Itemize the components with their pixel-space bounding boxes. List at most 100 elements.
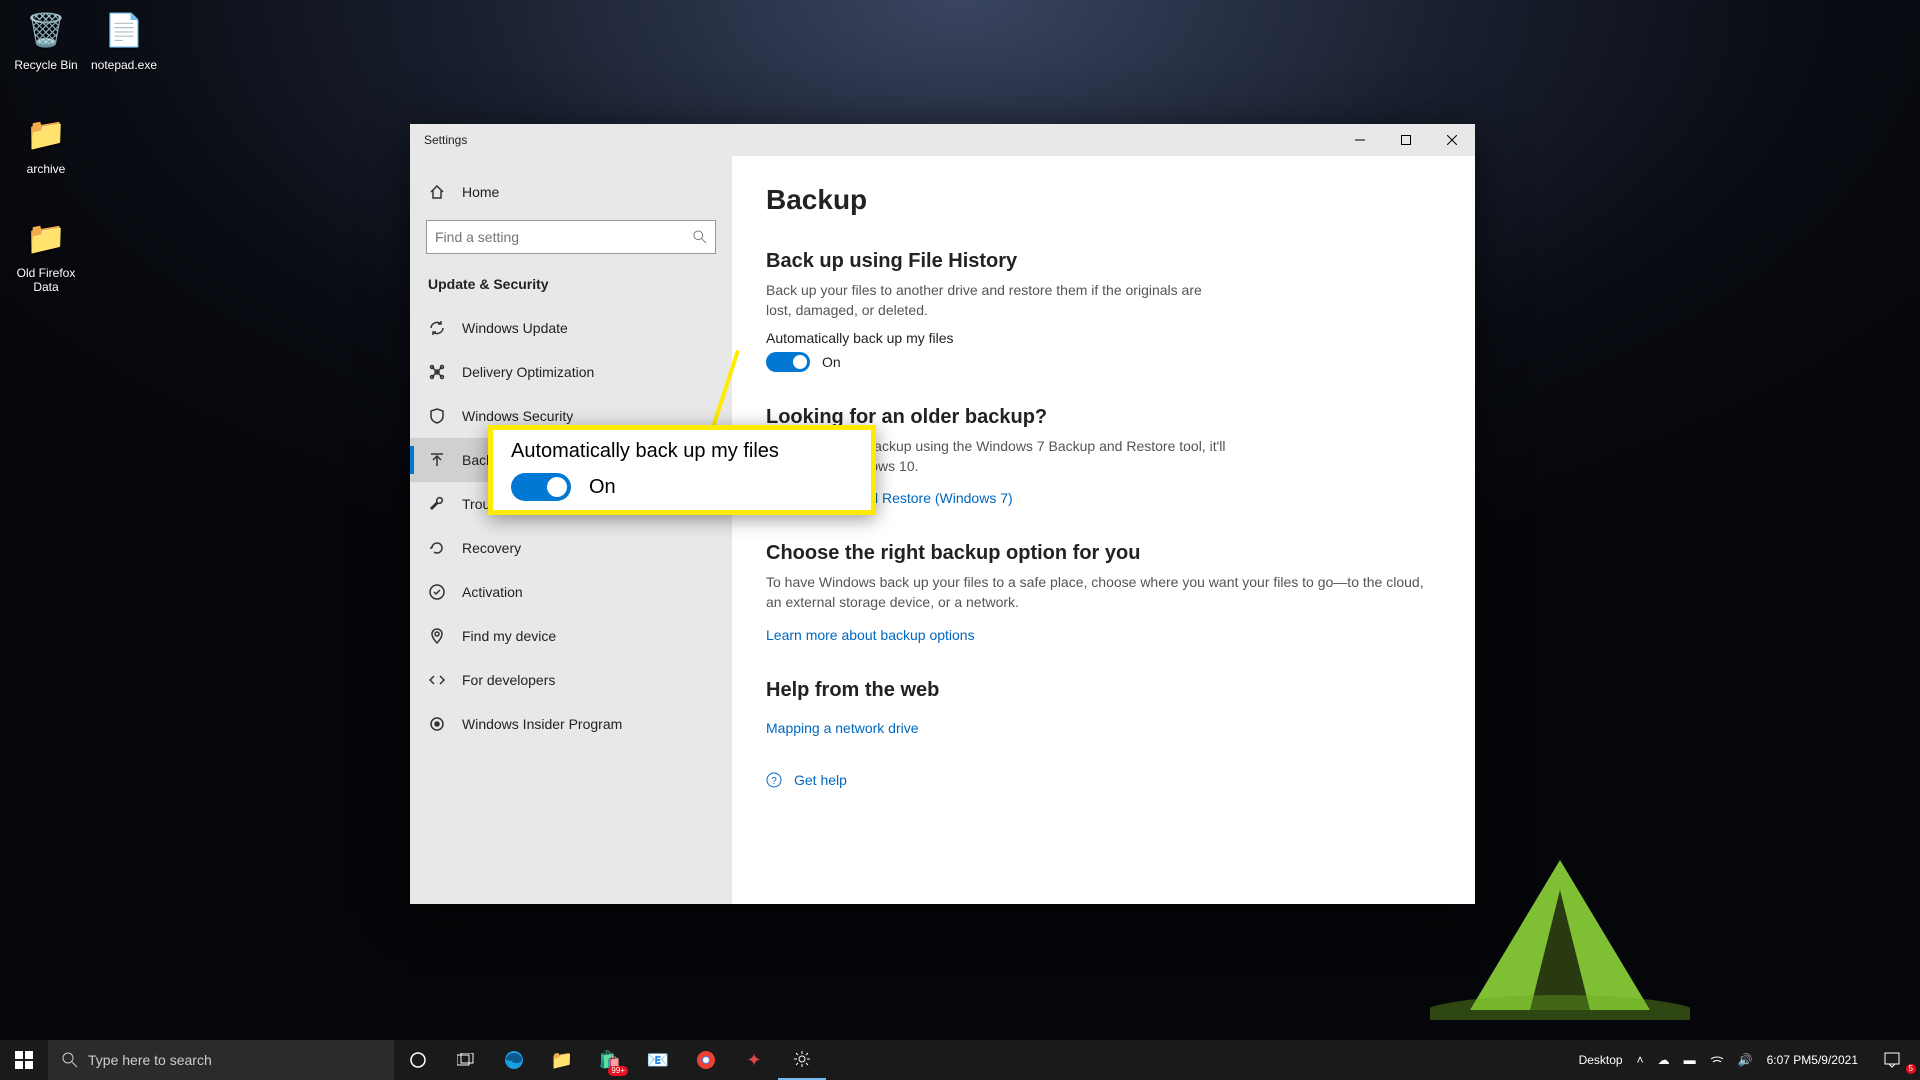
sidebar-item-label: Windows Update <box>462 320 568 336</box>
insider-icon <box>428 715 446 733</box>
tray-action-center[interactable]: 5 <box>1872 1040 1912 1080</box>
window-controls <box>1337 124 1475 156</box>
tray-onedrive-icon[interactable]: ☁ <box>1658 1040 1670 1080</box>
sync-icon <box>428 319 446 337</box>
search-icon <box>693 230 707 244</box>
tray-wifi-icon[interactable] <box>1710 1040 1724 1080</box>
search-icon <box>62 1052 78 1068</box>
toggle-state: On <box>822 354 841 370</box>
main-content: Backup Back up using File History Back u… <box>732 156 1475 904</box>
delivery-icon <box>428 363 446 381</box>
desktop-icon-recycle-bin[interactable]: Recycle Bin <box>8 6 84 72</box>
folder-icon <box>22 110 70 158</box>
sidebar-item-label: Find my device <box>462 628 556 644</box>
toggle-label: Automatically back up my files <box>766 330 1441 346</box>
section-title: Choose the right backup option for you <box>766 542 1441 565</box>
desktop-icon-label: Old Firefox Data <box>8 266 84 294</box>
start-button[interactable] <box>0 1040 48 1080</box>
desktop-icon-label: Recycle Bin <box>8 58 84 72</box>
desktop-icon-label: notepad.exe <box>86 58 162 72</box>
sidebar-item-recovery[interactable]: Recovery <box>410 526 732 570</box>
sidebar-item-label: Windows Security <box>462 408 573 424</box>
help-icon: ? <box>766 772 782 788</box>
sidebar-item-label: Activation <box>462 584 523 600</box>
task-store[interactable]: 🛍️99+ <box>586 1040 634 1080</box>
task-file-explorer[interactable]: 📁 <box>538 1040 586 1080</box>
link-mapping-network-drive[interactable]: Mapping a network drive <box>766 720 919 736</box>
sidebar-item-find-my-device[interactable]: Find my device <box>410 614 732 658</box>
sidebar-item-label: Windows Insider Program <box>462 716 622 732</box>
minimize-button[interactable] <box>1337 124 1383 156</box>
taskbar: Type here to search 📁 🛍️99+ 📧 ✦ Desktop … <box>0 1040 1920 1080</box>
task-edge[interactable] <box>490 1040 538 1080</box>
task-cortana[interactable] <box>394 1040 442 1080</box>
callout-state: On <box>589 476 616 499</box>
auto-backup-toggle[interactable] <box>766 352 810 372</box>
sidebar: Home Update & Security Windows Update De… <box>410 156 732 904</box>
get-help-label: Get help <box>794 772 847 788</box>
sidebar-item-label: For developers <box>462 672 555 688</box>
section-help-from-web: Help from the web Mapping a network driv… <box>766 679 1441 738</box>
callout-toggle <box>511 473 571 501</box>
sidebar-item-insider-program[interactable]: Windows Insider Program <box>410 702 732 746</box>
get-help-row[interactable]: ? Get help <box>766 772 1441 788</box>
tray-chevron-up-icon[interactable]: ˄ <box>1637 1040 1644 1080</box>
sidebar-category: Update & Security <box>410 268 732 306</box>
window-title: Settings <box>410 133 467 147</box>
file-icon <box>100 6 148 54</box>
desktop-icon-old-firefox[interactable]: Old Firefox Data <box>8 214 84 294</box>
sidebar-item-windows-update[interactable]: Windows Update <box>410 306 732 350</box>
tray-battery-icon[interactable]: ▬ <box>1684 1040 1696 1080</box>
annotation-callout: Automatically back up my files On <box>488 425 876 515</box>
check-circle-icon <box>428 583 446 601</box>
tray-show-desktop-label[interactable]: Desktop <box>1579 1040 1623 1080</box>
code-icon <box>428 671 446 689</box>
location-icon <box>428 627 446 645</box>
wrench-icon <box>428 495 446 513</box>
folder-icon <box>22 214 70 262</box>
callout-label: Automatically back up my files <box>511 440 853 463</box>
section-desc: To have Windows back up your files to a … <box>766 573 1426 612</box>
recycle-bin-icon <box>22 6 70 54</box>
home-icon <box>428 183 446 201</box>
sidebar-item-label: Delivery Optimization <box>462 364 594 380</box>
desktop-icon-archive[interactable]: archive <box>8 110 84 176</box>
sidebar-item-delivery-optimization[interactable]: Delivery Optimization <box>410 350 732 394</box>
sidebar-item-label: Recovery <box>462 540 521 556</box>
task-chrome[interactable] <box>682 1040 730 1080</box>
sidebar-home[interactable]: Home <box>410 170 732 214</box>
section-title: Back up using File History <box>766 250 1441 273</box>
section-title: Help from the web <box>766 679 1441 702</box>
task-mail[interactable]: 📧 <box>634 1040 682 1080</box>
taskbar-search-placeholder: Type here to search <box>88 1052 212 1068</box>
tray-clock[interactable]: 6:07 PM 5/9/2021 <box>1767 1040 1858 1080</box>
sidebar-home-label: Home <box>462 184 499 200</box>
tray-volume-icon[interactable]: 🔊 <box>1738 1040 1753 1080</box>
link-learn-more-backup[interactable]: Learn more about backup options <box>766 627 975 643</box>
desktop-icon-label: archive <box>8 162 84 176</box>
taskbar-search[interactable]: Type here to search <box>48 1040 394 1080</box>
task-app[interactable]: ✦ <box>730 1040 778 1080</box>
shield-icon <box>428 407 446 425</box>
maximize-button[interactable] <box>1383 124 1429 156</box>
desktop-icon-notepad[interactable]: notepad.exe <box>86 6 162 72</box>
svg-text:?: ? <box>771 776 777 787</box>
notif-badge: 5 <box>1906 1064 1916 1074</box>
section-choose-option: Choose the right backup option for you T… <box>766 542 1441 644</box>
page-heading: Backup <box>766 184 1441 216</box>
system-tray: Desktop ˄ ☁ ▬ 🔊 6:07 PM 5/9/2021 5 <box>1579 1040 1920 1080</box>
backup-icon <box>428 451 446 469</box>
close-button[interactable] <box>1429 124 1475 156</box>
titlebar: Settings <box>410 124 1475 156</box>
task-settings[interactable] <box>778 1040 826 1080</box>
recovery-icon <box>428 539 446 557</box>
search-input[interactable] <box>435 229 693 245</box>
task-view[interactable] <box>442 1040 490 1080</box>
sidebar-item-for-developers[interactable]: For developers <box>410 658 732 702</box>
store-badge: 99+ <box>608 1066 628 1076</box>
section-file-history: Back up using File History Back up your … <box>766 250 1441 372</box>
clock-date: 5/9/2021 <box>1811 1053 1858 1067</box>
windows-icon <box>15 1051 33 1069</box>
sidebar-item-activation[interactable]: Activation <box>410 570 732 614</box>
sidebar-search[interactable] <box>426 220 716 254</box>
